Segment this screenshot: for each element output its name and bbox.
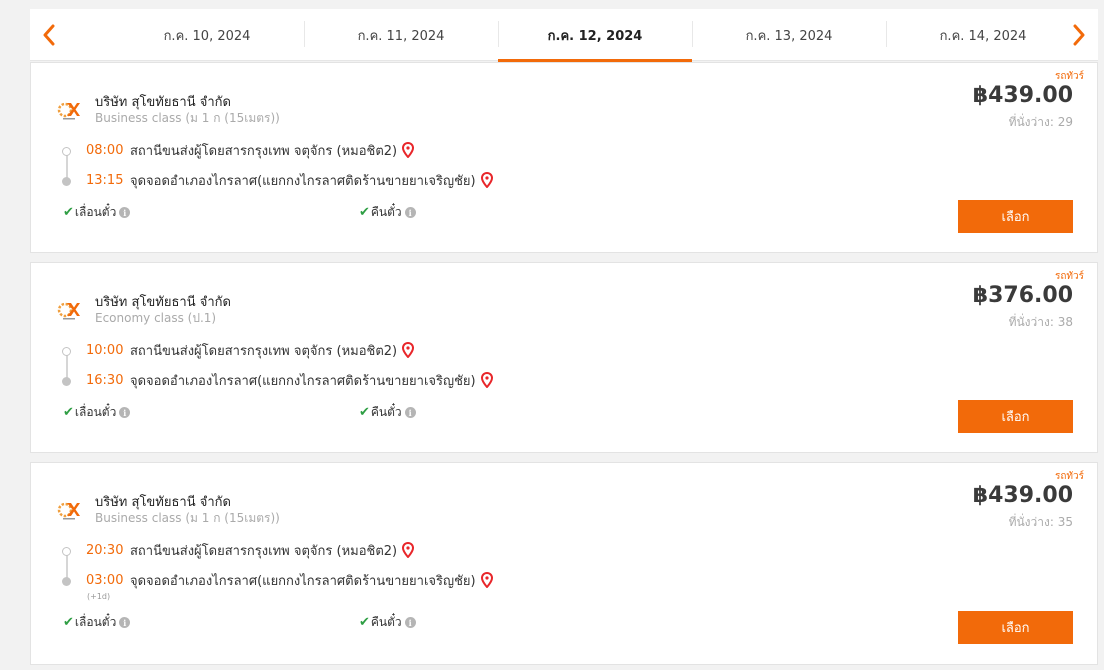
vehicle-type-tag: รถทัวร์ bbox=[1054, 471, 1084, 482]
previous-date-button[interactable] bbox=[34, 9, 64, 61]
info-icon[interactable]: i bbox=[404, 617, 416, 628]
departure-stop: 10:00 สถานีขนส่งผู้โดยสารกรุงเทพ จตุจักร… bbox=[86, 341, 415, 359]
refund-label: คืนตั๋ว bbox=[370, 615, 402, 629]
check-icon: ✔ bbox=[63, 405, 74, 420]
date-tab[interactable]: ก.ค. 13, 2024 bbox=[692, 9, 886, 61]
refund-policy[interactable]: ✔ คืนตั๋ว i bbox=[359, 203, 416, 222]
info-icon[interactable]: i bbox=[119, 617, 131, 628]
arrival-dot bbox=[62, 177, 71, 186]
info-icon[interactable]: i bbox=[119, 407, 131, 418]
departure-dot bbox=[62, 147, 71, 156]
map-pin-icon[interactable] bbox=[402, 142, 415, 158]
date-navigation-bar: ก.ค. 10, 2024 ก.ค. 11, 2024 ก.ค. 12, 202… bbox=[30, 9, 1098, 62]
company-logo bbox=[57, 102, 80, 120]
refund-policy[interactable]: ✔ คืนตั๋ว i bbox=[359, 613, 416, 632]
check-icon: ✔ bbox=[63, 205, 74, 220]
info-icon[interactable]: i bbox=[404, 207, 416, 218]
date-tab-selected[interactable]: ก.ค. 12, 2024 bbox=[498, 9, 692, 62]
map-pin-icon[interactable] bbox=[480, 172, 493, 188]
company-logo bbox=[57, 502, 80, 520]
check-icon: ✔ bbox=[359, 205, 370, 220]
price: ฿376.00 bbox=[972, 283, 1073, 308]
select-button[interactable]: เลือก bbox=[958, 400, 1073, 433]
chevron-right-icon bbox=[1073, 24, 1085, 46]
chevron-left-icon bbox=[43, 24, 55, 46]
arrival-time: 03:00 bbox=[86, 572, 124, 588]
reschedule-policy[interactable]: ✔ เลื่อนตั๋ว i bbox=[63, 203, 131, 222]
price: ฿439.00 bbox=[972, 83, 1073, 108]
arrival-stop: 13:15 จุดจอดอำเภองไกรลาศ(แยกกงไกรลาศติดร… bbox=[86, 171, 493, 189]
date-tab[interactable]: ก.ค. 11, 2024 bbox=[304, 9, 498, 61]
price: ฿439.00 bbox=[972, 483, 1073, 508]
departure-place: สถานีขนส่งผู้โดยสารกรุงเทพ จตุจักร (หมอช… bbox=[130, 543, 398, 559]
reschedule-policy[interactable]: ✔ เลื่อนตั๋ว i bbox=[63, 403, 131, 422]
check-icon: ✔ bbox=[359, 615, 370, 630]
check-icon: ✔ bbox=[359, 405, 370, 420]
select-button[interactable]: เลือก bbox=[958, 200, 1073, 233]
refund-label: คืนตั๋ว bbox=[370, 205, 402, 219]
select-button[interactable]: เลือก bbox=[958, 611, 1073, 644]
departure-time: 20:30 bbox=[86, 542, 124, 558]
map-pin-icon[interactable] bbox=[402, 342, 415, 358]
departure-stop: 08:00 สถานีขนส่งผู้โดยสารกรุงเทพ จตุจักร… bbox=[86, 141, 415, 159]
map-pin-icon[interactable] bbox=[480, 372, 493, 388]
arrival-time: 13:15 bbox=[86, 172, 124, 188]
trip-card: รถทัวร์ บริษัท สุโขทัยธานี จำกัด Economy… bbox=[30, 262, 1098, 453]
departure-place: สถานีขนส่งผู้โดยสารกรุงเทพ จตุจักร (หมอช… bbox=[130, 143, 398, 159]
vehicle-type-tag: รถทัวร์ bbox=[1054, 71, 1084, 82]
arrival-time: 16:30 bbox=[86, 372, 124, 388]
info-icon[interactable]: i bbox=[119, 207, 131, 218]
arrival-place: จุดจอดอำเภองไกรลาศ(แยกกงไกรลาศติดร้านขาย… bbox=[130, 373, 476, 389]
arrival-stop: 03:00 จุดจอดอำเภองไกรลาศ(แยกกงไกรลาศติดร… bbox=[86, 571, 493, 589]
refund-policy[interactable]: ✔ คืนตั๋ว i bbox=[359, 403, 416, 422]
arrival-dot bbox=[62, 377, 71, 386]
info-icon[interactable]: i bbox=[404, 407, 416, 418]
reschedule-label: เลื่อนตั๋ว bbox=[74, 615, 117, 629]
departure-dot bbox=[62, 347, 71, 356]
map-pin-icon[interactable] bbox=[402, 542, 415, 558]
trip-card: รถทัวร์ บริษัท สุโขทัยธานี จำกัด Busines… bbox=[30, 62, 1098, 253]
next-day-indicator: (+1d) bbox=[87, 592, 111, 601]
arrival-stop: 16:30 จุดจอดอำเภองไกรลาศ(แยกกงไกรลาศติดร… bbox=[86, 371, 493, 389]
arrival-dot bbox=[62, 577, 71, 586]
date-tabs: ก.ค. 10, 2024 ก.ค. 11, 2024 ก.ค. 12, 202… bbox=[110, 9, 1080, 62]
departure-place: สถานีขนส่งผู้โดยสารกรุงเทพ จตุจักร (หมอช… bbox=[130, 343, 398, 359]
bus-class: Business class (ม 1 ก (15เมตร)) bbox=[95, 511, 280, 525]
map-pin-icon[interactable] bbox=[480, 572, 493, 588]
reschedule-label: เลื่อนตั๋ว bbox=[74, 405, 117, 419]
arrival-place: จุดจอดอำเภองไกรลาศ(แยกกงไกรลาศติดร้านขาย… bbox=[130, 573, 476, 589]
next-date-button[interactable] bbox=[1064, 9, 1094, 61]
departure-time: 08:00 bbox=[86, 142, 124, 158]
reschedule-policy[interactable]: ✔ เลื่อนตั๋ว i bbox=[63, 613, 131, 632]
check-icon: ✔ bbox=[63, 615, 74, 630]
departure-time: 10:00 bbox=[86, 342, 124, 358]
reschedule-label: เลื่อนตั๋ว bbox=[74, 205, 117, 219]
departure-dot bbox=[62, 547, 71, 556]
bus-class: Business class (ม 1 ก (15เมตร)) bbox=[95, 111, 280, 125]
trip-card: รถทัวร์ บริษัท สุโขทัยธานี จำกัด Busines… bbox=[30, 462, 1098, 665]
bus-class: Economy class (ป.1) bbox=[95, 311, 217, 325]
date-tab[interactable]: ก.ค. 14, 2024 bbox=[886, 9, 1080, 61]
seats-available: ที่นั่งว่าง: 35 bbox=[1008, 515, 1073, 529]
vehicle-type-tag: รถทัวร์ bbox=[1054, 271, 1084, 282]
refund-label: คืนตั๋ว bbox=[370, 405, 402, 419]
arrival-place: จุดจอดอำเภองไกรลาศ(แยกกงไกรลาศติดร้านขาย… bbox=[130, 173, 476, 189]
seats-available: ที่นั่งว่าง: 29 bbox=[1008, 115, 1073, 129]
departure-stop: 20:30 สถานีขนส่งผู้โดยสารกรุงเทพ จตุจักร… bbox=[86, 541, 415, 559]
company-logo bbox=[57, 302, 80, 320]
seats-available: ที่นั่งว่าง: 38 bbox=[1008, 315, 1073, 329]
date-tab[interactable]: ก.ค. 10, 2024 bbox=[110, 9, 304, 61]
